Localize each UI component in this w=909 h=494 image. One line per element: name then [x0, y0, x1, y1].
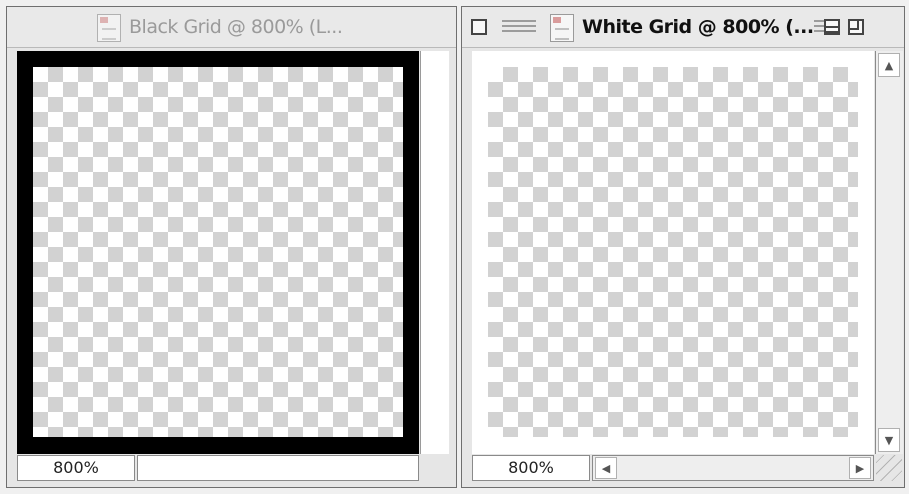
- scroll-left-icon[interactable]: ◀: [595, 457, 617, 479]
- scroll-right-icon[interactable]: ▶: [849, 457, 871, 479]
- right-vertical-scrollbar[interactable]: ▲ ▼: [875, 51, 903, 454]
- transparency-checkerboard: [33, 67, 403, 437]
- black-grid-canvas[interactable]: [17, 51, 419, 454]
- status-field: [137, 455, 419, 481]
- left-window-title: Black Grid @ 800% (L...: [129, 16, 343, 38]
- transparency-checkerboard: [488, 67, 858, 437]
- left-window-titlebar[interactable]: Black Grid @ 800% (L...: [7, 7, 456, 48]
- left-window-footer: 800%: [17, 455, 454, 483]
- zoom-level-field[interactable]: 800%: [472, 455, 590, 481]
- right-window-title: White Grid @ 800% (...: [582, 16, 814, 38]
- black-grid-window[interactable]: Black Grid @ 800% (L... 800%: [6, 6, 457, 488]
- collapse-box-icon[interactable]: [848, 19, 864, 35]
- zoom-box-icon[interactable]: [824, 19, 840, 35]
- left-vertical-scrollbar: [420, 51, 449, 454]
- white-grid-window[interactable]: White Grid @ 800% (... ▲ ▼ 800% ◀ ▶: [461, 6, 905, 488]
- right-window-footer: 800% ◀ ▶: [472, 455, 902, 483]
- close-box-icon[interactable]: [471, 19, 487, 35]
- titlebar-stripes-right: [814, 20, 824, 34]
- horizontal-scrollbar[interactable]: ◀ ▶: [592, 455, 874, 481]
- document-icon: [550, 14, 574, 42]
- scroll-up-icon[interactable]: ▲: [878, 53, 900, 77]
- resize-grip-icon[interactable]: [876, 455, 902, 481]
- white-grid-canvas[interactable]: [472, 51, 874, 454]
- titlebar-stripes-left: [502, 20, 536, 34]
- document-icon: [97, 14, 121, 42]
- zoom-level-field[interactable]: 800%: [17, 455, 135, 481]
- right-window-titlebar[interactable]: White Grid @ 800% (...: [462, 7, 904, 48]
- scroll-down-icon[interactable]: ▼: [878, 428, 900, 452]
